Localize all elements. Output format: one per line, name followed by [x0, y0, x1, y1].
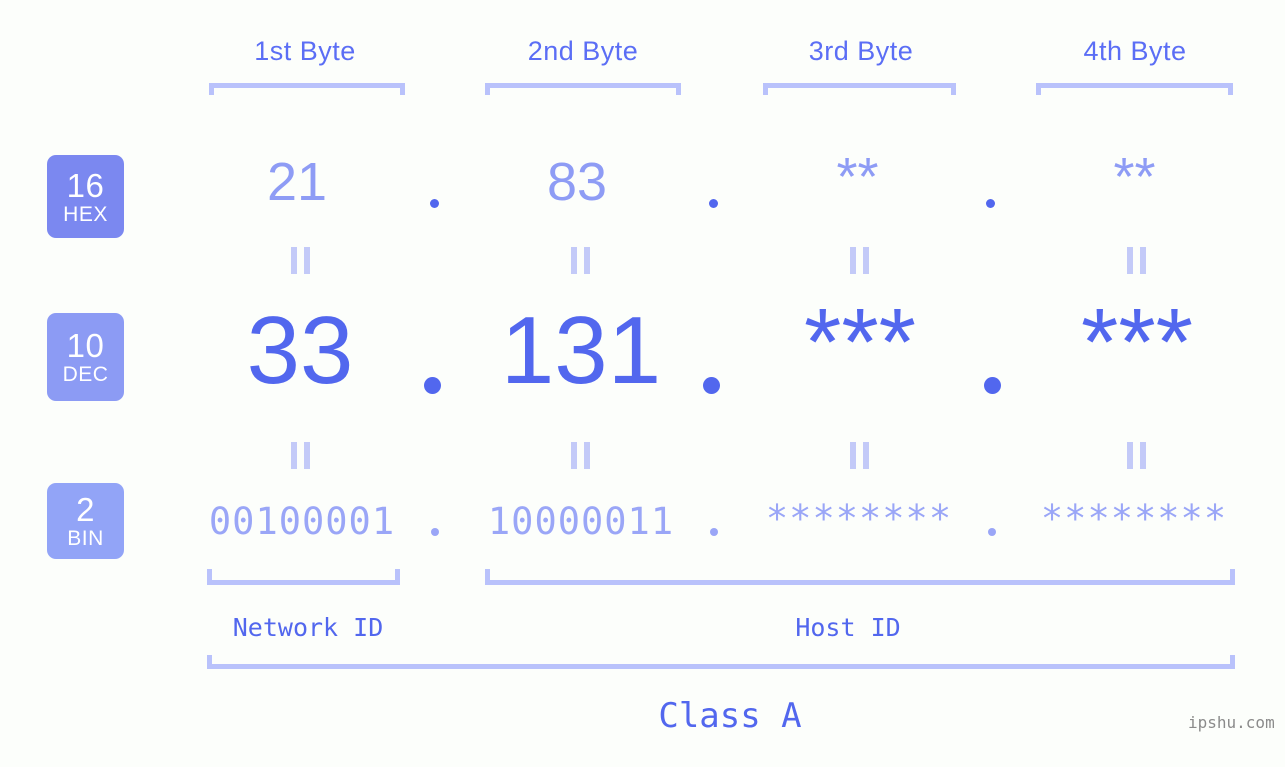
hex-byte-value-4: ** [1113, 147, 1156, 207]
host-id-bracket [485, 569, 1235, 585]
network-id-label: Network ID [232, 613, 384, 642]
bin-dot-separator-2 [710, 528, 718, 536]
radix-badge-bin-name: BIN [67, 527, 104, 550]
byte-bracket-top-1 [209, 83, 405, 95]
equals-mark-dec-bin-1 [289, 442, 311, 469]
radix-badge-hex: 16 HEX [47, 155, 124, 238]
radix-badge-dec-name: DEC [62, 363, 109, 386]
dec-byte-value-4: *** [1080, 289, 1194, 396]
hex-dot-separator-3 [986, 199, 995, 208]
dec-dot-separator-1 [424, 377, 441, 394]
radix-badge-bin: 2 BIN [47, 483, 124, 559]
byte-bracket-top-2 [485, 83, 681, 95]
byte-bracket-top-4 [1036, 83, 1233, 95]
radix-badge-hex-number: 16 [66, 166, 105, 204]
equals-mark-hex-dec-3 [848, 247, 870, 274]
class-label: Class A [658, 696, 802, 736]
network-id-bracket [207, 569, 400, 585]
bin-byte-value-2: 10000011 [487, 500, 675, 543]
ip-address-breakdown-diagram: 1st Byte 2nd Byte 3rd Byte 4th Byte 16 H… [0, 0, 1285, 767]
radix-badge-hex-name: HEX [63, 202, 108, 226]
equals-mark-dec-bin-3 [848, 442, 870, 469]
bin-dot-separator-1 [431, 528, 439, 536]
equals-mark-dec-bin-4 [1125, 442, 1147, 469]
byte-header-label-2: 2nd Byte [527, 36, 639, 66]
bin-dot-separator-3 [988, 528, 996, 536]
radix-badge-dec-number: 10 [66, 327, 105, 364]
equals-mark-dec-bin-2 [569, 442, 591, 469]
host-id-label: Host ID [795, 613, 901, 642]
byte-header-label-1: 1st Byte [254, 36, 356, 66]
equals-mark-hex-dec-2 [569, 247, 591, 274]
site-watermark: ipshu.com [1188, 713, 1275, 732]
byte-header-label-4: 4th Byte [1083, 36, 1187, 66]
class-bracket [207, 655, 1235, 669]
hex-byte-value-3: ** [836, 147, 879, 207]
hex-byte-value-1: 21 [266, 152, 328, 212]
hex-byte-value-2: 83 [546, 152, 608, 212]
dec-dot-separator-2 [703, 377, 720, 394]
hex-dot-separator-1 [430, 199, 439, 208]
dec-byte-value-1: 33 [246, 297, 354, 404]
hex-dot-separator-2 [709, 199, 718, 208]
byte-header-label-3: 3rd Byte [808, 36, 914, 66]
bin-byte-value-1: 00100001 [208, 500, 396, 543]
byte-bracket-top-3 [763, 83, 956, 95]
dec-dot-separator-3 [984, 377, 1001, 394]
equals-mark-hex-dec-4 [1125, 247, 1147, 274]
dec-byte-value-3: *** [803, 289, 917, 396]
radix-badge-bin-number: 2 [76, 491, 95, 528]
dec-byte-value-2: 131 [500, 297, 662, 404]
equals-mark-hex-dec-1 [289, 247, 311, 274]
bin-byte-value-3: ******** [765, 497, 953, 540]
radix-badge-dec: 10 DEC [47, 313, 124, 401]
bin-byte-value-4: ******** [1040, 497, 1228, 540]
